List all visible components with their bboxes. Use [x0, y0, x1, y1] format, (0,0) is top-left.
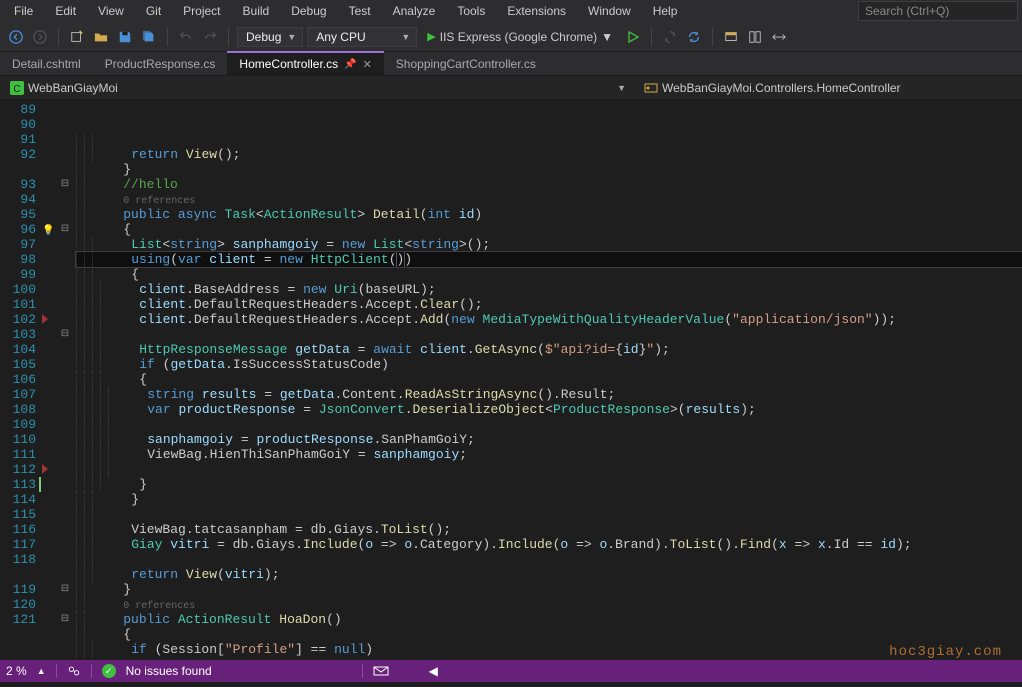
- menu-help[interactable]: Help: [643, 2, 688, 20]
- menu-build[interactable]: Build: [233, 2, 280, 20]
- search-input[interactable]: Search (Ctrl+Q): [858, 1, 1018, 21]
- pin-icon[interactable]: 📌: [344, 59, 356, 70]
- tab-strip: Detail.cshtml ProductResponse.cs HomeCon…: [0, 52, 1022, 76]
- close-icon[interactable]: ✕: [363, 58, 372, 71]
- nav-scope-left-label: WebBanGiayMoi: [28, 81, 118, 95]
- run-no-debug-icon[interactable]: [623, 27, 643, 47]
- browser-link-icon[interactable]: [721, 27, 741, 47]
- nav-scope-right[interactable]: WebBanGiayMoi.Controllers.HomeController: [638, 79, 1018, 97]
- breakpoint-icon[interactable]: [42, 464, 48, 474]
- zoom-level[interactable]: 2 %: [6, 664, 27, 678]
- platform-combo[interactable]: Any CPU▼: [307, 27, 417, 47]
- line-number-gutter: 8990919293949596979899100101102103104105…: [0, 100, 42, 658]
- breakpoint-icon[interactable]: [42, 314, 48, 324]
- new-project-icon[interactable]: [67, 27, 87, 47]
- issues-text[interactable]: No issues found: [126, 664, 212, 678]
- save-icon[interactable]: [115, 27, 135, 47]
- refresh-icon[interactable]: [684, 27, 704, 47]
- build-config-combo[interactable]: Debug▼: [237, 27, 303, 47]
- undo-icon[interactable]: [176, 27, 196, 47]
- folding-margin[interactable]: ⊟⊟⊟⊟⊟: [58, 100, 72, 658]
- csharp-project-icon: C: [10, 81, 24, 95]
- svg-text:C: C: [13, 84, 20, 95]
- menu-view[interactable]: View: [88, 2, 134, 20]
- menubar: FileEditViewGitProjectBuildDebugTestAnal…: [0, 0, 1022, 22]
- run-button[interactable]: ▶IIS Express (Google Chrome)▼: [421, 28, 619, 46]
- tab-shoppingcartcontroller-cs[interactable]: ShoppingCartController.cs: [384, 53, 548, 75]
- configure-icon[interactable]: [769, 27, 789, 47]
- layout-icon[interactable]: [745, 27, 765, 47]
- tab-detail-cshtml[interactable]: Detail.cshtml: [0, 53, 93, 75]
- menu-test[interactable]: Test: [339, 2, 381, 20]
- menu-extensions[interactable]: Extensions: [497, 2, 576, 20]
- feedback-icon[interactable]: [373, 664, 389, 678]
- open-icon[interactable]: [91, 27, 111, 47]
- menu-file[interactable]: File: [4, 2, 43, 20]
- code-editor[interactable]: 8990919293949596979899100101102103104105…: [0, 100, 1022, 658]
- live-share-icon[interactable]: [67, 664, 81, 678]
- nav-scope-right-label: WebBanGiayMoi.Controllers.HomeController: [662, 81, 901, 95]
- watermark: hoc3giay.com: [889, 645, 1002, 660]
- code-area[interactable]: return View(); } //hello 0 references pu…: [72, 100, 1022, 658]
- navigation-bar: C WebBanGiayMoi ▼ WebBanGiayMoi.Controll…: [0, 76, 1022, 100]
- menu-project[interactable]: Project: [173, 2, 230, 20]
- menu-window[interactable]: Window: [578, 2, 641, 20]
- menu-edit[interactable]: Edit: [45, 2, 86, 20]
- tab-homecontroller-cs[interactable]: HomeController.cs📌✕: [227, 51, 383, 75]
- tab-productresponse-cs[interactable]: ProductResponse.cs: [93, 53, 228, 75]
- hot-reload-icon[interactable]: [660, 27, 680, 47]
- nav-back-icon[interactable]: [6, 27, 26, 47]
- zoom-caret[interactable]: ▲: [37, 666, 46, 676]
- glyph-margin[interactable]: 💡: [42, 100, 58, 658]
- menu-debug[interactable]: Debug: [281, 2, 336, 20]
- nav-scope-left[interactable]: C WebBanGiayMoi ▼: [4, 79, 638, 97]
- status-bar: 2 % ▲ ✓ No issues found ◀: [0, 660, 1022, 682]
- menu-tools[interactable]: Tools: [447, 2, 495, 20]
- class-icon: [644, 81, 658, 95]
- scroll-left-icon[interactable]: ◀: [429, 664, 438, 678]
- toolbar: Debug▼ Any CPU▼ ▶IIS Express (Google Chr…: [0, 22, 1022, 52]
- menu-git[interactable]: Git: [136, 2, 171, 20]
- save-all-icon[interactable]: [139, 27, 159, 47]
- status-ok-icon: ✓: [102, 664, 116, 678]
- redo-icon[interactable]: [200, 27, 220, 47]
- lightbulb-icon[interactable]: 💡: [42, 226, 54, 237]
- nav-fwd-icon[interactable]: [30, 27, 50, 47]
- menu-analyze[interactable]: Analyze: [383, 2, 446, 20]
